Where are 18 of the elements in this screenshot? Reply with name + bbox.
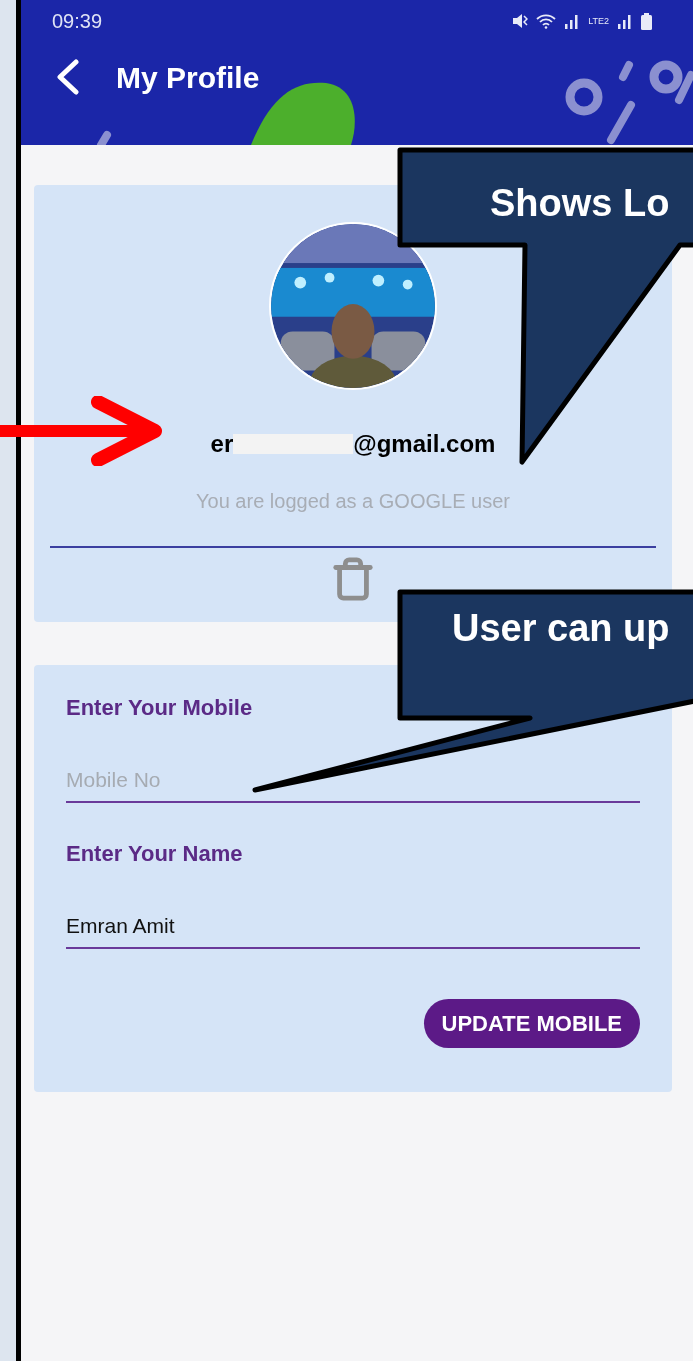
screen-title: My Profile — [116, 59, 260, 96]
login-note: You are logged as a GOOGLE user — [196, 489, 510, 514]
input-field[interactable]: Emran Amit — [66, 905, 640, 949]
signal-icon — [617, 13, 633, 29]
mute-icon — [512, 13, 529, 29]
field-label: Enter Your Name — [66, 840, 244, 867]
delete-icon[interactable] — [330, 556, 376, 602]
update-mobile-button[interactable]: UPDATE MOBILE — [423, 999, 640, 1048]
wifi-icon — [536, 13, 557, 29]
callout-text: Shows Lo — [490, 181, 670, 226]
status-time: 09:39 — [52, 9, 103, 34]
field-label: Enter Your Mobile — [66, 694, 254, 721]
callout-text: User can up — [452, 606, 670, 651]
network-label: LTE2 — [588, 16, 609, 26]
email-text: er @gmail.com — [210, 429, 496, 459]
signal-icon — [564, 13, 581, 29]
back-icon[interactable] — [54, 59, 80, 95]
battery-icon — [641, 12, 652, 30]
